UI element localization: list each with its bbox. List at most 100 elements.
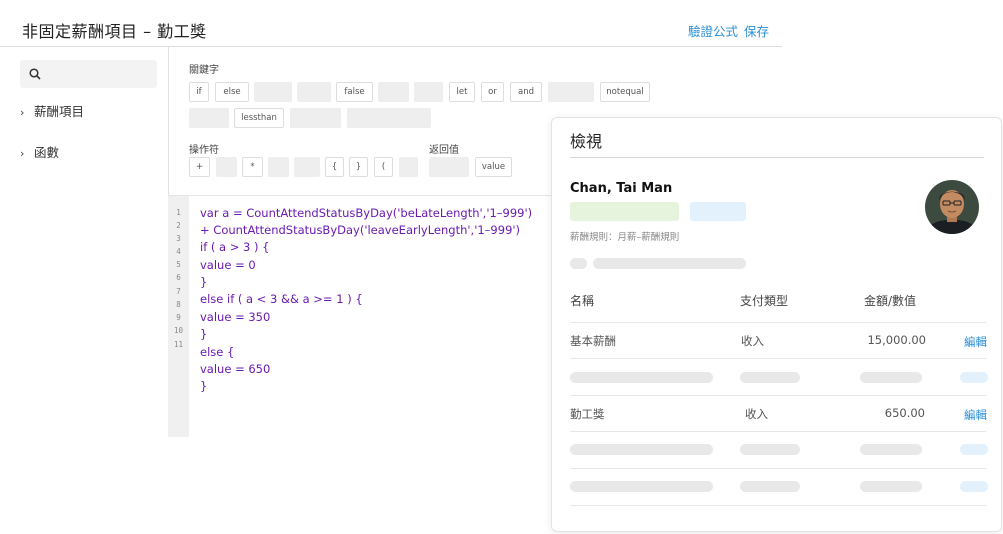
code-line: } bbox=[200, 327, 208, 341]
page-title: 非固定薪酬項目 – 勤工獎 bbox=[22, 22, 207, 41]
edit-link[interactable]: 編輯 bbox=[964, 407, 987, 423]
search-input[interactable] bbox=[20, 60, 157, 88]
column-header-type: 支付類型 bbox=[740, 294, 789, 308]
skeleton-bar bbox=[740, 372, 800, 383]
row-divider bbox=[570, 468, 986, 469]
line-number: 10 bbox=[173, 326, 184, 335]
search-icon bbox=[29, 68, 41, 80]
row-divider bbox=[570, 395, 986, 396]
return-value-label: 返回值 bbox=[429, 145, 459, 156]
operator-chip[interactable]: } bbox=[349, 157, 368, 177]
skeleton-bar bbox=[960, 372, 988, 383]
row-type: 收入 bbox=[741, 334, 764, 348]
return-chip-blank[interactable] bbox=[429, 157, 469, 177]
keyword-chip-blank[interactable] bbox=[189, 108, 229, 128]
row-name: 勤工獎 bbox=[570, 407, 605, 421]
validate-formula-button[interactable]: 驗證公式 bbox=[688, 21, 738, 40]
code-line: if ( a > 3 ) { bbox=[200, 240, 270, 254]
skeleton-bar bbox=[960, 481, 988, 492]
avatar bbox=[925, 180, 979, 234]
keyword-chip[interactable]: and bbox=[510, 82, 542, 102]
header-divider bbox=[0, 46, 782, 47]
line-number: 7 bbox=[176, 287, 181, 296]
line-number: 4 bbox=[176, 247, 181, 256]
preview-card bbox=[551, 117, 1002, 532]
keyword-chip[interactable]: lessthan bbox=[234, 108, 284, 128]
keyword-chip-blank[interactable] bbox=[297, 82, 331, 102]
skeleton-bar bbox=[960, 444, 988, 455]
code-line: + CountAttendStatusByDay('leaveEarlyLeng… bbox=[200, 223, 521, 237]
employee-name: Chan, Tai Man bbox=[570, 181, 673, 196]
operators-label: 操作符 bbox=[189, 145, 219, 156]
keyword-chip[interactable]: else bbox=[215, 82, 249, 102]
row-amount: 650.00 bbox=[884, 406, 925, 420]
row-amount: 15,000.00 bbox=[867, 333, 926, 347]
operator-chip[interactable]: * bbox=[242, 157, 263, 177]
code-line: var a = CountAttendStatusByDay('beLateLe… bbox=[200, 206, 533, 220]
line-number: 5 bbox=[176, 260, 181, 269]
keyword-chip-blank[interactable] bbox=[414, 82, 443, 102]
row-name: 基本薪酬 bbox=[570, 334, 616, 348]
operator-chip-blank[interactable] bbox=[294, 157, 320, 177]
preview-title: 檢視 bbox=[570, 132, 603, 151]
skeleton-bar bbox=[740, 444, 800, 455]
skeleton-bar bbox=[570, 372, 713, 383]
line-number: 9 bbox=[176, 313, 181, 322]
status-badge-placeholder bbox=[570, 202, 679, 221]
keyword-chip-blank[interactable] bbox=[347, 108, 431, 128]
skeleton-dot bbox=[570, 258, 587, 269]
row-divider bbox=[570, 431, 986, 432]
sidebar-item-functions[interactable]: › 函數 bbox=[20, 142, 59, 161]
code-line: value = 0 bbox=[200, 258, 256, 272]
skeleton-bar bbox=[740, 481, 800, 492]
return-chip[interactable]: value bbox=[475, 157, 512, 177]
operator-chip-blank[interactable] bbox=[216, 157, 237, 177]
skeleton-bar bbox=[860, 372, 922, 383]
sidebar-item-label: 函數 bbox=[34, 145, 60, 160]
operator-chip-blank[interactable] bbox=[268, 157, 289, 177]
row-type: 收入 bbox=[745, 407, 768, 421]
line-number: 6 bbox=[176, 273, 181, 282]
save-button[interactable]: 保存 bbox=[744, 21, 769, 40]
row-divider bbox=[570, 358, 986, 359]
operator-chip[interactable]: + bbox=[189, 157, 210, 177]
sidebar-divider bbox=[168, 47, 169, 195]
skeleton-bar bbox=[593, 258, 746, 269]
skeleton-bar bbox=[860, 481, 922, 492]
keyword-chip-blank[interactable] bbox=[548, 82, 594, 102]
line-number: 11 bbox=[173, 340, 184, 349]
keyword-chip[interactable]: notequal bbox=[600, 82, 650, 102]
keyword-chip-blank[interactable] bbox=[378, 82, 409, 102]
preview-title-divider bbox=[570, 157, 984, 158]
keyword-chip[interactable]: false bbox=[336, 82, 373, 102]
tag-badge-placeholder bbox=[690, 202, 746, 221]
keyword-chip[interactable]: if bbox=[189, 82, 209, 102]
keyword-chip[interactable]: let bbox=[449, 82, 475, 102]
skeleton-bar bbox=[570, 481, 713, 492]
chevron-right-icon: › bbox=[20, 147, 25, 160]
operator-chip[interactable]: ( bbox=[374, 157, 393, 177]
skeleton-bar bbox=[570, 444, 713, 455]
line-number: 2 bbox=[176, 221, 181, 230]
sidebar-item-label: 薪酬項目 bbox=[34, 104, 85, 119]
keyword-chip[interactable]: or bbox=[481, 82, 504, 102]
line-number: 8 bbox=[176, 300, 181, 309]
chevron-right-icon: › bbox=[20, 106, 25, 119]
operator-chip[interactable]: { bbox=[325, 157, 344, 177]
code-line: } bbox=[200, 275, 208, 289]
salary-rule-text: 薪酬規則：月薪–薪酬規則 bbox=[570, 232, 680, 243]
code-line: else if ( a < 3 && a >= 1 ) { bbox=[200, 292, 363, 306]
keyword-chip-blank[interactable] bbox=[254, 82, 292, 102]
edit-link[interactable]: 編輯 bbox=[964, 334, 987, 350]
code-line: } bbox=[200, 379, 208, 393]
code-line: value = 350 bbox=[200, 310, 271, 324]
line-number: 3 bbox=[176, 234, 181, 243]
row-divider bbox=[570, 322, 986, 323]
keywords-label: 關鍵字 bbox=[189, 65, 219, 76]
keyword-chip-blank[interactable] bbox=[290, 108, 341, 128]
sidebar-item-salary-items[interactable]: › 薪酬項目 bbox=[20, 101, 84, 120]
code-line: else { bbox=[200, 345, 235, 359]
row-divider bbox=[570, 505, 986, 506]
line-number: 1 bbox=[176, 208, 181, 217]
operator-chip-blank[interactable] bbox=[399, 157, 418, 177]
